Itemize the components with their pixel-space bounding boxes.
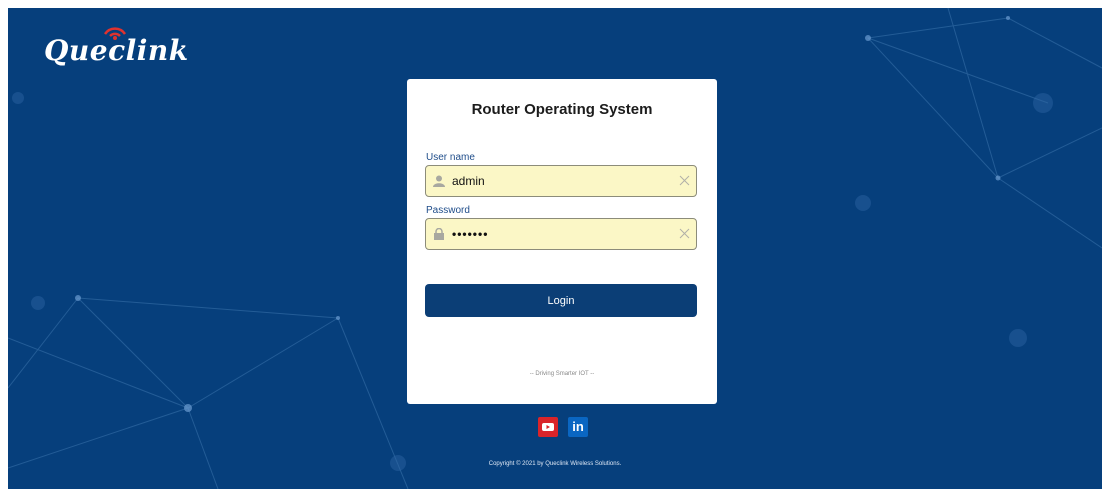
- username-input[interactable]: [452, 166, 672, 196]
- youtube-link[interactable]: [538, 417, 558, 437]
- page-title: Router Operating System: [471, 101, 653, 118]
- tagline: -- Driving Smarter IOT --: [529, 371, 595, 377]
- lock-icon: [434, 228, 444, 240]
- username-field-wrapper: [425, 165, 697, 197]
- user-icon: [433, 175, 445, 187]
- username-label: User name: [426, 152, 475, 163]
- queclink-logo: Queclink: [44, 24, 188, 74]
- logo-text: Queclink: [44, 34, 189, 67]
- copyright-text: Copyright © 2021 by Queclink Wireless So…: [488, 461, 622, 467]
- login-card: Router Operating System User name Passwo…: [407, 79, 717, 404]
- linkedin-link[interactable]: in: [568, 417, 588, 437]
- password-input[interactable]: [452, 219, 672, 249]
- login-button[interactable]: Login: [425, 284, 697, 317]
- password-label: Password: [426, 205, 470, 216]
- password-field-wrapper: [425, 218, 697, 250]
- close-icon[interactable]: [679, 175, 690, 186]
- youtube-icon: [542, 423, 554, 431]
- page-background: Queclink Router Operating System User na…: [8, 8, 1102, 489]
- linkedin-icon: in: [572, 419, 584, 434]
- close-icon[interactable]: [679, 228, 690, 239]
